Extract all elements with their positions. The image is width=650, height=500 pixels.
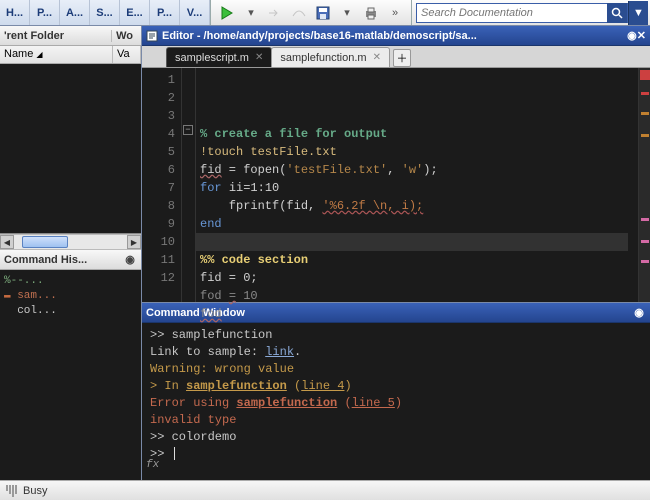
status-text: Busy [23,485,47,497]
line-number-gutter: 123456789101112 [142,68,182,302]
scroll-right-icon[interactable]: ▶ [127,235,141,249]
current-folder-panel-header: 'rent Folder Wo [0,26,141,46]
fold-toggle-icon[interactable]: − [183,125,193,135]
code-content[interactable]: % create a file for output !touch testFi… [196,68,638,302]
close-icon[interactable]: ✕ [637,29,646,42]
section-mark[interactable] [641,260,649,263]
top-toolbar: H... P... A... S... E... P... V... ▾ ▾ [0,0,650,26]
link[interactable]: samplefunction [236,396,337,410]
ribbon-tab[interactable]: V... [180,0,210,25]
step-icon[interactable] [265,3,285,23]
message-bar[interactable] [638,68,650,302]
quick-access-toolbar: ▾ ▾ » [210,0,412,25]
column-value[interactable]: Va [113,46,141,63]
search-input[interactable] [417,7,607,19]
editor-tab[interactable]: samplescript.m ✕ [166,47,272,67]
fold-gutter[interactable]: − [182,68,196,302]
current-folder-title: 'rent Folder [4,30,64,42]
editor-tab[interactable]: samplefunction.m ✕ [271,47,390,67]
print-icon[interactable] [361,3,381,23]
current-folder-list[interactable] [0,64,141,234]
editor-icon [146,30,158,42]
editor-title: Editor - /home/andy/projects/base16-matl… [162,30,627,42]
ribbon-tabs: H... P... A... S... E... P... V... [0,0,210,25]
error-mark[interactable] [641,92,649,95]
panel-menu-icon[interactable]: ◉ [632,306,646,320]
workspace-tab[interactable]: Wo [111,30,137,42]
folder-columns: Name ◢ Va [0,46,141,64]
link[interactable]: link [265,345,294,359]
ribbon-tab[interactable]: H... [0,0,30,25]
overflow-icon[interactable]: » [385,3,405,23]
panel-menu-icon[interactable]: ◉ [123,253,137,267]
run-dropdown-icon[interactable]: ▾ [241,3,261,23]
section-mark[interactable] [641,240,649,243]
ribbon-tab[interactable]: E... [120,0,150,25]
link[interactable]: line 4 [301,379,344,393]
horizontal-scrollbar[interactable]: ◀ ▶ [0,234,141,250]
command-history-header: Command His... ◉ [0,250,141,270]
step-over-icon[interactable] [289,3,309,23]
command-window-title: Command Window [146,307,245,319]
scroll-left-icon[interactable]: ◀ [0,235,14,249]
editor-tab-label: samplefunction.m [280,52,366,64]
command-history-title: Command His... [4,254,87,266]
close-tab-icon[interactable]: ✕ [373,52,381,63]
history-item[interactable]: ▬ sam... [4,289,137,304]
search-documentation-box[interactable] [416,3,628,23]
status-bar: Busy [0,480,650,500]
history-item[interactable]: %--... [4,274,137,289]
scroll-thumb[interactable] [22,236,68,248]
save-icon[interactable] [313,3,333,23]
save-dropdown-icon[interactable]: ▾ [337,3,357,23]
code-editor[interactable]: 123456789101112 − % create a file for ou… [142,68,650,302]
section-mark[interactable] [641,218,649,221]
fx-icon[interactable]: fx [146,457,159,474]
cursor [174,447,175,460]
history-item[interactable]: col... [4,304,137,319]
ribbon-tab[interactable]: P... [150,0,180,25]
close-tab-icon[interactable]: ✕ [255,52,263,63]
current-line-highlight [196,233,628,251]
ribbon-tab[interactable]: S... [90,0,120,25]
editor-tabs: samplescript.m ✕ samplefunction.m ✕ ＋ [142,46,650,68]
busy-indicator-icon [6,485,17,497]
link[interactable]: samplefunction [186,379,287,393]
command-window[interactable]: >> samplefunction Link to sample: link. … [142,323,650,480]
toolbar-menu-dropdown[interactable]: ▼ [628,1,648,25]
new-tab-button[interactable]: ＋ [393,49,411,67]
panel-menu-icon[interactable]: ◉ [627,29,637,42]
ribbon-tab[interactable]: A... [60,0,90,25]
editor-header: Editor - /home/andy/projects/base16-matl… [142,26,650,46]
warning-mark[interactable] [641,112,649,115]
editor-tab-label: samplescript.m [175,52,249,64]
command-history-list[interactable]: %--... ▬ sam... col... [0,270,141,480]
run-button[interactable] [217,3,237,23]
ribbon-tab[interactable]: P... [30,0,60,25]
warning-mark[interactable] [641,134,649,137]
search-icon[interactable] [607,3,627,23]
error-summary-icon[interactable] [640,70,650,80]
column-name[interactable]: Name ◢ [0,46,113,63]
link[interactable]: line 5 [352,396,395,410]
